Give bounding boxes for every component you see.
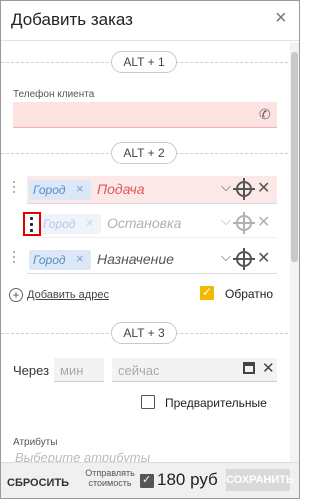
plus-circle-icon: + — [9, 288, 23, 302]
phone-input[interactable]: ✆ — [13, 102, 277, 128]
attributes-label: Атрибуты — [13, 437, 58, 448]
phone-icon[interactable]: ✆ — [259, 106, 271, 123]
drag-handle-icon[interactable] — [11, 181, 17, 197]
drag-handle-highlighted[interactable] — [23, 212, 41, 236]
calendar-icon[interactable] — [243, 362, 255, 374]
address-input[interactable]: Назначение — [97, 251, 174, 267]
send-cost-label: Отправлять стоимость — [85, 468, 135, 488]
hotkey-badge: ALT + 2 — [111, 142, 177, 164]
section-divider-3: ALT + 3 — [1, 322, 288, 346]
price-value: 180 руб — [157, 470, 218, 489]
drag-handle-icon[interactable] — [11, 251, 17, 267]
city-chip[interactable]: Город × — [39, 214, 101, 234]
address-row-pickup: Город × Подача ⌵ ✕ — [1, 176, 288, 204]
hotkey-badge: ALT + 1 — [111, 51, 177, 73]
address-field[interactable]: Город × Назначение ⌵ ✕ — [27, 246, 277, 274]
phone-label: Телефон клиента — [13, 89, 95, 100]
address-input[interactable]: Остановка — [107, 215, 181, 231]
send-cost-checkbox[interactable] — [140, 473, 154, 488]
save-button[interactable]: СОХРАНИТЬ — [226, 469, 294, 491]
chevron-down-icon[interactable]: ⌵ — [221, 213, 231, 229]
close-icon[interactable]: × — [275, 8, 287, 28]
remove-address-icon[interactable]: ✕ — [257, 178, 270, 198]
reverse-label: Обратно — [225, 287, 274, 301]
dialog-footer: СБРОСИТЬ Отправлять стоимость 180 руб СО… — [1, 462, 299, 498]
remove-address-icon[interactable]: ✕ — [257, 248, 270, 268]
crosshair-icon[interactable] — [233, 212, 255, 234]
city-chip-label: Город — [33, 253, 66, 267]
city-chip-label: Город — [33, 183, 66, 197]
minutes-input[interactable]: мин — [54, 358, 104, 382]
clear-time-icon[interactable]: ✕ — [262, 359, 275, 377]
preliminary-checkbox[interactable] — [141, 395, 155, 409]
reset-button[interactable]: СБРОСИТЬ — [7, 477, 69, 489]
chevron-down-icon[interactable]: ⌵ — [221, 179, 231, 195]
scrollbar-thumb[interactable] — [291, 52, 298, 262]
city-chip-remove-icon[interactable]: × — [76, 251, 84, 266]
time-input[interactable]: сейчас ✕ — [112, 358, 277, 382]
crosshair-icon[interactable] — [233, 248, 255, 270]
chevron-down-icon[interactable]: ⌵ — [221, 249, 231, 265]
city-chip[interactable]: Город × — [29, 180, 91, 200]
via-label: Через — [13, 363, 50, 378]
add-order-dialog: Добавить заказ × ALT + 1 Телефон клиента… — [0, 0, 300, 499]
address-field[interactable]: Город × Остановка ⌵ ✕ — [37, 210, 277, 238]
crosshair-icon[interactable] — [233, 178, 255, 200]
remove-address-icon[interactable]: ✕ — [257, 212, 270, 232]
address-row-destination: Город × Назначение ⌵ ✕ — [1, 246, 288, 274]
city-chip-remove-icon[interactable]: × — [76, 181, 84, 196]
reverse-checkbox[interactable] — [200, 285, 214, 300]
hotkey-badge: ALT + 3 — [111, 322, 177, 344]
add-address-label: Добавить адрес — [27, 289, 109, 301]
minutes-placeholder: мин — [60, 363, 84, 378]
address-row-stop: Город × Остановка ⌵ ✕ — [1, 210, 288, 238]
preliminary-label: Предварительные — [165, 396, 267, 410]
time-placeholder: сейчас — [118, 363, 160, 378]
city-chip[interactable]: Город × — [29, 250, 91, 270]
address-field[interactable]: Город × Подача ⌵ ✕ — [27, 176, 277, 204]
city-chip-label: Город — [43, 217, 76, 231]
section-divider-2: ALT + 2 — [1, 142, 288, 166]
section-divider-1: ALT + 1 — [1, 51, 288, 75]
dialog-header: Добавить заказ × — [1, 1, 299, 41]
address-input[interactable]: Подача — [97, 181, 145, 197]
city-chip-remove-icon[interactable]: × — [86, 215, 94, 230]
dialog-title: Добавить заказ — [11, 10, 133, 29]
scrollbar[interactable] — [290, 42, 299, 462]
